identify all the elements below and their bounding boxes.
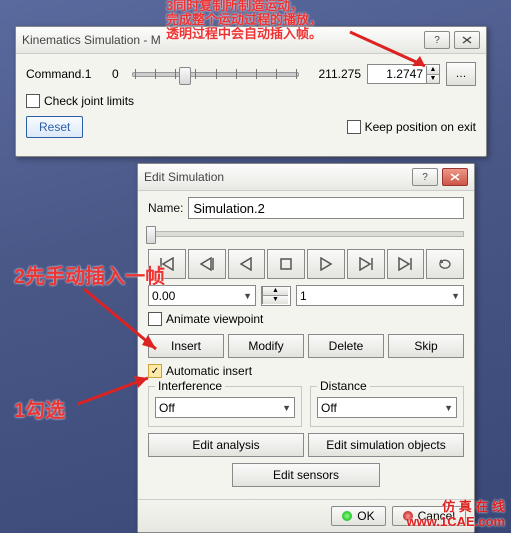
play-back-button[interactable] <box>228 249 266 279</box>
interference-select[interactable]: Off ▼ <box>155 397 295 418</box>
edit-titlebar[interactable]: Edit Simulation ? <box>138 164 474 191</box>
close-button[interactable] <box>454 31 480 49</box>
chevron-down-icon: ▼ <box>243 291 252 301</box>
goto-start-button[interactable] <box>148 249 186 279</box>
spin-up-icon[interactable]: ▲ <box>426 66 439 75</box>
val-left: 0 <box>112 67 126 81</box>
watermark: 仿 真 在 线 www.1CAE.com <box>407 499 505 529</box>
kinematics-title: Kinematics Simulation - M <box>22 33 424 47</box>
value-input[interactable] <box>368 67 426 81</box>
playback-controls <box>148 249 464 279</box>
distance-value: Off <box>321 401 337 415</box>
name-input[interactable] <box>188 197 464 219</box>
ok-led-icon <box>342 511 352 521</box>
help-button[interactable]: ? <box>412 168 438 186</box>
edit-simulation-dialog: Edit Simulation ? Name: 0.00▼ ▲▼ 1▼ Anim… <box>137 163 475 533</box>
edit-title: Edit Simulation <box>144 170 412 184</box>
step-value: 1 <box>300 289 307 303</box>
stop-button[interactable] <box>267 249 305 279</box>
close-button[interactable] <box>442 168 468 186</box>
edit-sensors-button[interactable]: Edit sensors <box>232 463 379 487</box>
check-joint-label: Check joint limits <box>44 94 134 108</box>
kinematics-dialog: Kinematics Simulation - M ? Command.1 0 … <box>15 26 487 157</box>
delete-button[interactable]: Delete <box>308 334 384 358</box>
help-button[interactable]: ? <box>424 31 450 49</box>
ok-button[interactable]: OK <box>331 506 385 526</box>
position-spinner[interactable]: ▲▼ <box>261 286 291 306</box>
position-select[interactable]: 0.00 ▼ <box>148 285 256 306</box>
reset-button[interactable]: Reset <box>26 116 83 138</box>
interference-group: Interference Off▼ <box>148 386 302 427</box>
val-right: 211.275 <box>305 67 361 81</box>
name-label: Name: <box>148 201 183 215</box>
chevron-down-icon: ▼ <box>282 403 291 413</box>
modify-button[interactable]: Modify <box>228 334 304 358</box>
distance-legend: Distance <box>317 379 370 393</box>
command-label: Command.1 <box>26 67 106 81</box>
keep-position-checkbox[interactable]: Keep position on exit <box>347 120 476 134</box>
insert-button[interactable]: Insert <box>148 334 224 358</box>
automatic-insert-label: Automatic insert <box>166 364 252 378</box>
edit-analysis-button[interactable]: Edit analysis <box>148 433 304 457</box>
loop-button[interactable] <box>426 249 464 279</box>
step-select[interactable]: 1▼ <box>296 285 464 306</box>
animate-viewpoint-checkbox[interactable]: Animate viewpoint <box>148 312 464 326</box>
chevron-down-icon: ▼ <box>451 291 460 301</box>
check-joint-limits[interactable]: Check joint limits <box>26 94 134 108</box>
spin-down-icon[interactable]: ▼ <box>262 296 288 304</box>
step-forward-button[interactable] <box>347 249 385 279</box>
animate-label: Animate viewpoint <box>166 312 263 326</box>
spin-down-icon[interactable]: ▼ <box>426 75 439 83</box>
kinematics-titlebar[interactable]: Kinematics Simulation - M ? <box>16 27 486 54</box>
ok-label: OK <box>357 509 374 523</box>
distance-select[interactable]: Off ▼ <box>317 397 457 418</box>
interference-legend: Interference <box>155 379 225 393</box>
joint-slider[interactable] <box>132 65 299 83</box>
step-back-button[interactable] <box>188 249 226 279</box>
annotation-check: 1勾选 <box>14 394 65 423</box>
automatic-insert-checkbox[interactable]: ✓Automatic insert <box>148 364 464 378</box>
position-value: 0.00 <box>152 289 175 303</box>
play-forward-button[interactable] <box>307 249 345 279</box>
skip-button[interactable]: Skip <box>388 334 464 358</box>
interference-value: Off <box>159 401 175 415</box>
goto-end-button[interactable] <box>387 249 425 279</box>
spin-up-icon[interactable]: ▲ <box>262 287 288 296</box>
more-button[interactable]: … <box>446 62 476 86</box>
chevron-down-icon: ▼ <box>444 403 453 413</box>
distance-group: Distance Off▼ <box>310 386 464 427</box>
value-spinner[interactable]: ▲▼ <box>367 64 440 84</box>
progress-slider[interactable] <box>148 225 464 243</box>
keep-position-label: Keep position on exit <box>365 120 476 134</box>
edit-sim-objects-button[interactable]: Edit simulation objects <box>308 433 464 457</box>
